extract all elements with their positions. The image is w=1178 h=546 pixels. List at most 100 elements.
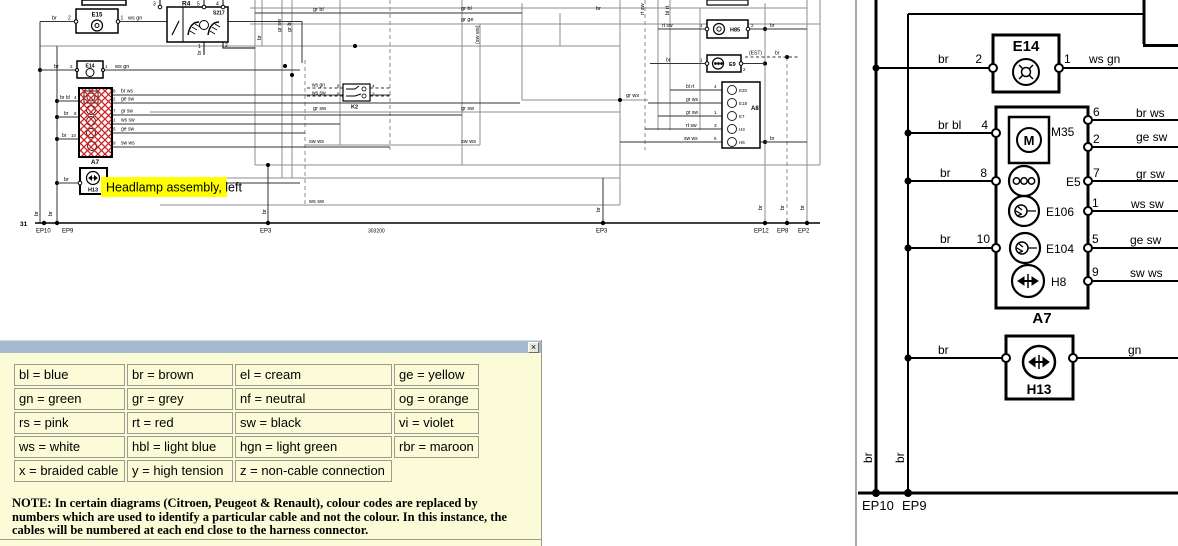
component-a8[interactable]: E20 E18 E7 H3 H5 A8 bl rt4 gr ws gr sw1 … — [620, 82, 807, 148]
svg-text:E7: E7 — [739, 114, 745, 119]
svg-text:EP10: EP10 — [36, 229, 51, 235]
component-e9[interactable]: E9 br 1 2 (EST) br — [650, 51, 800, 73]
svg-text:gr sw: gr sw — [121, 109, 133, 115]
svg-text:sw ws: sw ws — [1130, 266, 1163, 280]
component-a7-highlighted[interactable]: A7 br bl 4 br 8 br 10 6br ws 2ge sw 7gr … — [57, 88, 520, 166]
colour-code-table: bl = blue br = brown el = cream ge = yel… — [12, 362, 481, 484]
wire-label: br — [938, 52, 949, 66]
svg-text:5: 5 — [1092, 232, 1099, 246]
component-e14[interactable]: E14 — [989, 35, 1063, 92]
svg-text:E15: E15 — [92, 13, 103, 19]
svg-text:gr sw: gr sw — [313, 106, 326, 112]
svg-text:ws sw: ws sw — [312, 91, 326, 97]
svg-text:7: 7 — [113, 109, 116, 114]
svg-text:br: br — [770, 23, 775, 29]
colour-code-cell: el = cream — [235, 364, 392, 386]
table-row: rs = pink rt = red sw = black vi = viole… — [14, 412, 479, 434]
svg-text:ws sw: ws sw — [1130, 197, 1164, 211]
svg-text:sw ws: sw ws — [684, 136, 698, 142]
svg-text:ge sw: ge sw — [121, 97, 134, 103]
svg-text:sw ws: sw ws — [309, 139, 324, 145]
svg-text:2: 2 — [372, 92, 375, 97]
svg-text:ge sw: ge sw — [1130, 233, 1162, 247]
svg-text:br: br — [596, 6, 601, 12]
overview-wiring-diagram[interactable]: gr bl gr bl gr ge br gr ws gr sw gr sw s… — [0, 0, 830, 240]
svg-text:sw ws: sw ws — [121, 141, 135, 147]
colour-code-cell: ws = white — [14, 436, 125, 458]
svg-text:br: br — [800, 205, 806, 210]
component-h13[interactable]: H13 — [1002, 336, 1077, 399]
svg-text:3: 3 — [714, 123, 717, 128]
svg-text:ws gn: ws gn — [312, 83, 325, 89]
svg-text:1: 1 — [113, 118, 116, 123]
colour-code-cell: br = brown — [127, 364, 233, 386]
component-r4[interactable]: R4 S217 3 5 4 1 2 br — [153, 0, 255, 55]
svg-text:br: br — [775, 51, 780, 57]
svg-text:K2: K2 — [351, 105, 358, 111]
colour-code-cell: nf = neutral — [235, 388, 392, 410]
colour-code-cell: hgn = light green — [235, 436, 392, 458]
colour-code-cell: gr = grey — [127, 388, 233, 410]
svg-text:(EST): (EST) — [749, 51, 762, 57]
svg-text:E20: E20 — [739, 88, 748, 93]
wire-label: gn — [1128, 343, 1141, 357]
component-h85[interactable]: H85 rt sw 1 2 br — [658, 0, 807, 38]
close-icon[interactable]: × — [528, 342, 539, 353]
svg-text:H3: H3 — [739, 127, 745, 132]
svg-text:EP9: EP9 — [62, 229, 74, 235]
svg-text:EP10: EP10 — [862, 498, 894, 513]
svg-text:4: 4 — [714, 84, 717, 89]
svg-text:br: br — [34, 211, 40, 216]
a7-label: A7 — [1032, 310, 1051, 327]
component-a7[interactable]: M M35 E5 E106 E104 — [992, 107, 1092, 308]
svg-text:5: 5 — [197, 2, 200, 8]
svg-text:br: br — [893, 452, 907, 463]
zoomed-wiring-diagram[interactable]: E14 br 2 1 ws gn M M35 E5 — [850, 0, 1178, 546]
svg-text:E18: E18 — [739, 101, 748, 106]
svg-text:10: 10 — [977, 232, 991, 246]
colour-code-cell: hbl = light blue — [127, 436, 233, 458]
colour-code-cell: x = braided cable — [14, 460, 125, 482]
svg-text:31: 31 — [20, 221, 28, 228]
svg-text:gr bl: gr bl — [313, 7, 324, 13]
table-row: x = braided cable y = high tension z = n… — [14, 460, 479, 482]
ground-rail: 31 EP10 EP9 EP3 303200 EP3 EP12 EP8 EP2 — [20, 221, 820, 235]
selection-hatch — [79, 88, 112, 157]
component-e14-mini[interactable]: E14 2 1 br ws gn — [40, 61, 300, 78]
highlight-tooltip[interactable]: Headlamp assembly, left — [101, 177, 242, 197]
svg-text:sw ws: sw ws — [461, 139, 476, 145]
svg-text:1: 1 — [198, 44, 201, 50]
svg-text:gr sw: gr sw — [686, 110, 698, 116]
svg-text:br: br — [64, 177, 69, 183]
svg-text:M35: M35 — [1051, 125, 1075, 139]
svg-text:ws sw: ws sw — [308, 199, 324, 205]
svg-text:br: br — [197, 50, 203, 55]
svg-text:ws sw: ws sw — [121, 118, 135, 124]
svg-text:E5: E5 — [1066, 175, 1081, 189]
svg-text:3: 3 — [153, 2, 156, 8]
svg-text:1: 1 — [700, 58, 703, 63]
svg-text:4: 4 — [372, 84, 375, 89]
svg-text:gr ge: gr ge — [461, 17, 474, 23]
svg-text:4: 4 — [981, 118, 988, 132]
note-text: NOTE: In certain diagrams (Citroen, Peug… — [12, 497, 528, 538]
svg-text:br: br — [861, 452, 875, 463]
svg-text:H13: H13 — [88, 188, 98, 194]
svg-text:EP8: EP8 — [777, 229, 789, 235]
svg-text:8: 8 — [980, 166, 987, 180]
svg-text:(sw ws): (sw ws) — [475, 25, 481, 44]
colour-code-cell: rt = red — [127, 412, 233, 434]
legend-titlebar[interactable]: × — [0, 340, 541, 353]
svg-text:gr sw: gr sw — [1136, 167, 1165, 181]
svg-text:br: br — [64, 111, 69, 117]
svg-text:br: br — [62, 133, 67, 139]
svg-text:A7: A7 — [91, 159, 100, 166]
svg-text:gr sw: gr sw — [461, 106, 474, 112]
svg-text:EP2: EP2 — [798, 229, 810, 235]
svg-text:br: br — [596, 207, 602, 212]
window-bottom-border — [0, 539, 541, 540]
svg-text:E104: E104 — [1046, 242, 1074, 256]
svg-text:A8: A8 — [751, 106, 759, 112]
wire-label: br — [938, 343, 949, 357]
colour-code-cell: ge = yellow — [394, 364, 479, 386]
